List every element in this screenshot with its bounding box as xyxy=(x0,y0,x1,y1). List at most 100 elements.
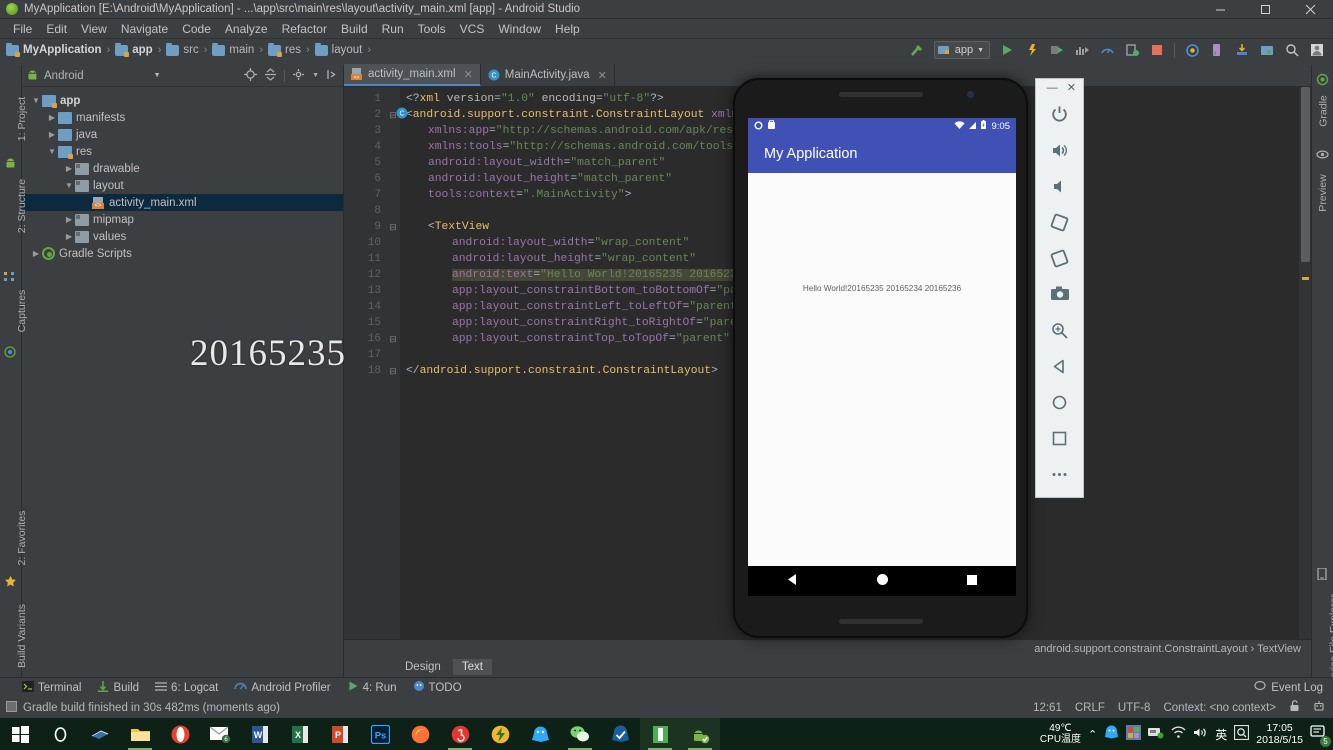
menu-vcs[interactable]: VCS xyxy=(453,20,492,38)
opera-browser-icon[interactable] xyxy=(160,718,200,750)
fold-marker[interactable]: ⊟ xyxy=(386,219,400,235)
wechat-icon[interactable] xyxy=(560,718,600,750)
back-triangle-icon[interactable] xyxy=(785,572,800,590)
class-gutter-marker[interactable]: C xyxy=(396,107,408,122)
word-icon[interactable]: W xyxy=(240,718,280,750)
qq-tray-icon[interactable] xyxy=(1104,725,1119,743)
tool-button-todo[interactable]: TODO xyxy=(413,680,462,695)
close-icon[interactable]: ✕ xyxy=(464,68,473,81)
cpu-temperature-widget[interactable]: 49℃ CPU温度 xyxy=(1040,723,1081,745)
qq-icon[interactable] xyxy=(520,718,560,750)
tim-icon[interactable] xyxy=(600,718,640,750)
scrollbar-thumb[interactable] xyxy=(1301,87,1310,262)
notification-center-icon[interactable]: 5 xyxy=(1310,724,1331,747)
emulator-screen[interactable]: 9:05 My Application Hello World!20165235… xyxy=(748,118,1016,570)
volume-down-icon[interactable] xyxy=(1042,168,1078,204)
color-tray-icon[interactable] xyxy=(1126,725,1142,743)
android-navigation-bar[interactable] xyxy=(748,566,1016,596)
hide-panel-icon[interactable] xyxy=(326,68,339,84)
power-icon[interactable] xyxy=(1042,96,1078,132)
ime-chinese-icon[interactable]: 英 xyxy=(1215,726,1227,743)
tree-node-mipmap[interactable]: ▶ mipmap xyxy=(22,211,343,228)
tool-button-preview[interactable]: Preview xyxy=(1317,162,1329,224)
breadcrumb-main[interactable]: main xyxy=(212,42,254,56)
emulator-close-button[interactable]: ✕ xyxy=(1067,81,1076,94)
volume-tray-icon[interactable] xyxy=(1193,726,1208,742)
task-view-icon[interactable] xyxy=(80,718,120,750)
tool-button-build-variants[interactable]: Build Variants xyxy=(16,591,28,681)
home-icon[interactable] xyxy=(1042,384,1078,420)
photoshop-icon[interactable]: Ps xyxy=(360,718,400,750)
wifi-tray-icon[interactable] xyxy=(1171,726,1186,742)
tool-button-logcat[interactable]: 6: Logcat xyxy=(155,681,218,695)
zoom-magnifier-icon[interactable] xyxy=(1042,312,1078,348)
file-explorer-icon[interactable] xyxy=(120,718,160,750)
line-separator[interactable]: CRLF xyxy=(1075,702,1105,714)
collapse-all-icon[interactable] xyxy=(264,67,277,84)
stop-icon[interactable] xyxy=(1149,42,1165,58)
tree-node-manifests[interactable]: ▶ manifests xyxy=(22,109,343,126)
tree-node-values[interactable]: ▶ values xyxy=(22,228,343,245)
tab-text[interactable]: Text xyxy=(452,659,492,675)
tree-node-res[interactable]: ▼ res xyxy=(22,143,343,160)
excel-icon[interactable]: X xyxy=(280,718,320,750)
profile-bars-icon[interactable] xyxy=(1074,42,1090,58)
cortana-search-icon[interactable] xyxy=(40,718,80,750)
back-icon[interactable] xyxy=(1042,348,1078,384)
project-structure-icon[interactable] xyxy=(1259,42,1275,58)
tool-button-captures[interactable]: Captures xyxy=(16,276,28,346)
run-configuration-selector[interactable]: app ▼ xyxy=(933,41,990,59)
volume-up-icon[interactable] xyxy=(1042,132,1078,168)
expand-arrow-icon[interactable]: ▼ xyxy=(30,96,42,105)
sdk-manager-icon[interactable] xyxy=(1234,42,1250,58)
menu-navigate[interactable]: Navigate xyxy=(114,20,175,38)
thunder-icon[interactable] xyxy=(480,718,520,750)
menu-run[interactable]: Run xyxy=(375,20,411,38)
netease-music-icon[interactable] xyxy=(440,718,480,750)
menu-help[interactable]: Help xyxy=(548,20,587,38)
breadcrumb-res[interactable]: res xyxy=(268,42,301,57)
android-studio-icon[interactable] xyxy=(680,718,720,750)
rotate-right-icon[interactable] xyxy=(1042,240,1078,276)
tool-button-project[interactable]: 1: Project xyxy=(16,84,28,154)
powerpoint-icon[interactable]: P xyxy=(320,718,360,750)
home-circle-icon[interactable] xyxy=(875,572,890,590)
more-icon[interactable] xyxy=(1042,456,1078,492)
profiler-gauge-icon[interactable] xyxy=(1099,42,1115,58)
tab-activity-main-xml[interactable]: <> activity_main.xml ✕ xyxy=(344,64,481,86)
breadcrumb-app[interactable]: app xyxy=(115,42,153,57)
tool-button-run[interactable]: 4: Run xyxy=(347,680,397,695)
project-view-selector-label[interactable]: Android xyxy=(44,70,84,82)
overview-icon[interactable] xyxy=(1042,420,1078,456)
event-log-button[interactable]: Event Log xyxy=(1254,680,1333,695)
menu-file[interactable]: File xyxy=(6,20,39,38)
foxmail-icon[interactable]: 6 xyxy=(200,718,240,750)
context-label[interactable]: Context: <no context> xyxy=(1163,702,1276,714)
menu-view[interactable]: View xyxy=(74,20,114,38)
file-encoding[interactable]: UTF-8 xyxy=(1118,702,1151,714)
expand-arrow-icon[interactable]: ▶ xyxy=(63,164,75,173)
breadcrumb-layout[interactable]: layout xyxy=(314,42,362,56)
expand-arrow-icon[interactable]: ▶ xyxy=(63,215,75,224)
tree-node-java[interactable]: ▶ java xyxy=(22,126,343,143)
menu-edit[interactable]: Edit xyxy=(39,20,74,38)
run-coverage-icon[interactable] xyxy=(1049,42,1065,58)
warning-marker[interactable] xyxy=(1302,277,1309,280)
locate-target-icon[interactable] xyxy=(244,67,258,84)
rotate-left-icon[interactable] xyxy=(1042,204,1078,240)
menu-analyze[interactable]: Analyze xyxy=(218,20,275,38)
android-emulator-device[interactable]: 9:05 My Application Hello World!20165235… xyxy=(733,78,1028,638)
breadcrumb-src[interactable]: src xyxy=(166,42,199,56)
expand-arrow-icon[interactable]: ▶ xyxy=(46,113,58,122)
menu-window[interactable]: Window xyxy=(491,20,548,38)
search-icon[interactable] xyxy=(1284,42,1300,58)
breadcrumb-myapplication[interactable]: MyApplication xyxy=(6,42,102,57)
start-windows-icon[interactable] xyxy=(0,718,40,750)
fold-marker[interactable]: ⊟ xyxy=(386,331,400,347)
recents-square-icon[interactable] xyxy=(965,573,979,590)
sync-gradle-icon[interactable] xyxy=(1184,42,1200,58)
user-avatar-icon[interactable] xyxy=(1309,42,1325,58)
expand-arrow-icon[interactable]: ▼ xyxy=(63,181,75,190)
run-icon[interactable] xyxy=(999,42,1015,58)
tool-button-favorites[interactable]: 2: Favorites xyxy=(16,503,28,573)
